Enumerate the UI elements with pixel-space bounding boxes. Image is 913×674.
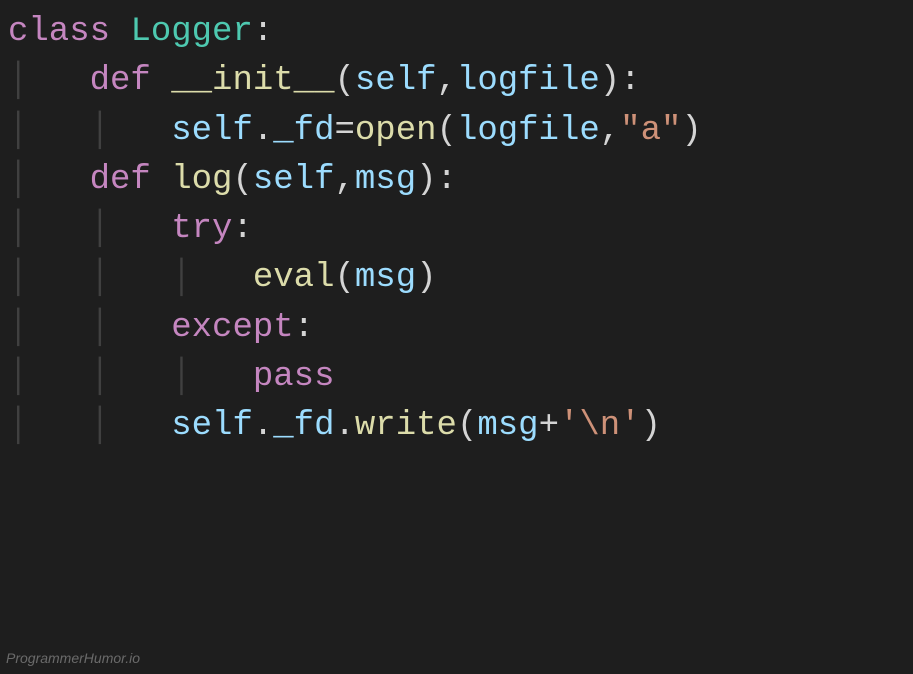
code-line-4: │ def log(self,msg): (8, 156, 913, 205)
arg-msg: msg (477, 407, 538, 445)
keyword-pass: pass (253, 358, 335, 396)
paren-open: ( (334, 62, 354, 100)
indent-guide: │ (8, 161, 28, 199)
method-write: write (355, 407, 457, 445)
keyword-try: try (171, 210, 232, 248)
funcname-init: __init__ (171, 62, 334, 100)
colon: : (620, 62, 640, 100)
colon: : (294, 309, 314, 347)
code-block: class Logger: │ def __init__(self,logfil… (8, 8, 913, 452)
paren-close: ) (641, 407, 661, 445)
indent-guide: │ (90, 210, 110, 248)
code-line-2: │ def __init__(self,logfile): (8, 57, 913, 106)
indent-guide: │ (90, 309, 110, 347)
var-self: self (171, 112, 253, 150)
string-literal-a: "a" (620, 112, 681, 150)
indent-guide: │ (8, 407, 28, 445)
code-line-5: │ │ try: (8, 205, 913, 254)
watermark: ProgrammerHumor.io (6, 648, 140, 668)
code-line-9: │ │ self._fd.write(msg+'\n') (8, 402, 913, 451)
code-line-6: │ │ │ eval(msg) (8, 254, 913, 303)
prop-fd: _fd (273, 407, 334, 445)
colon: : (253, 13, 273, 51)
indent-guide: │ (8, 358, 28, 396)
arg-logfile: logfile (457, 112, 600, 150)
indent-guide: │ (8, 309, 28, 347)
keyword-except: except (171, 309, 293, 347)
keyword-class: class (8, 13, 110, 51)
comma: , (335, 161, 355, 199)
classname-logger: Logger (130, 13, 252, 51)
param-logfile: logfile (457, 62, 600, 100)
paren-close: ) (416, 161, 436, 199)
param-msg: msg (355, 161, 416, 199)
param-self: self (253, 161, 335, 199)
builtin-open: open (355, 112, 437, 150)
indent-guide: │ (8, 62, 28, 100)
dot: . (253, 407, 273, 445)
indent-guide: │ (8, 112, 28, 150)
paren-close: ) (416, 259, 436, 297)
code-line-1: class Logger: (8, 8, 913, 57)
paren-open: ( (437, 112, 457, 150)
param-self: self (355, 62, 437, 100)
comma: , (600, 112, 620, 150)
plus-op: + (539, 407, 559, 445)
indent-guide: │ (171, 259, 191, 297)
builtin-eval: eval (253, 259, 335, 297)
assign-op: = (335, 112, 355, 150)
indent-guide: │ (90, 112, 110, 150)
indent-guide: │ (171, 358, 191, 396)
indent-guide: │ (8, 259, 28, 297)
paren-open: ( (232, 161, 252, 199)
dot: . (335, 407, 355, 445)
keyword-def: def (90, 62, 151, 100)
indent-guide: │ (90, 358, 110, 396)
code-line-8: │ │ │ pass (8, 353, 913, 402)
indent-guide: │ (8, 210, 28, 248)
keyword-def: def (90, 161, 151, 199)
paren-open: ( (335, 259, 355, 297)
code-line-3: │ │ self._fd=open(logfile,"a") (8, 107, 913, 156)
dot: . (253, 112, 273, 150)
prop-fd: _fd (273, 112, 334, 150)
code-line-7: │ │ except: (8, 304, 913, 353)
paren-close: ) (600, 62, 620, 100)
colon: : (232, 210, 252, 248)
paren-open: ( (457, 407, 477, 445)
indent-guide: │ (90, 259, 110, 297)
comma: , (437, 62, 457, 100)
string-literal-newline: '\n' (559, 407, 641, 445)
paren-close: ) (681, 112, 701, 150)
var-self: self (171, 407, 253, 445)
indent-guide: │ (90, 407, 110, 445)
funcname-log: log (171, 161, 232, 199)
arg-msg: msg (355, 259, 416, 297)
colon: : (437, 161, 457, 199)
